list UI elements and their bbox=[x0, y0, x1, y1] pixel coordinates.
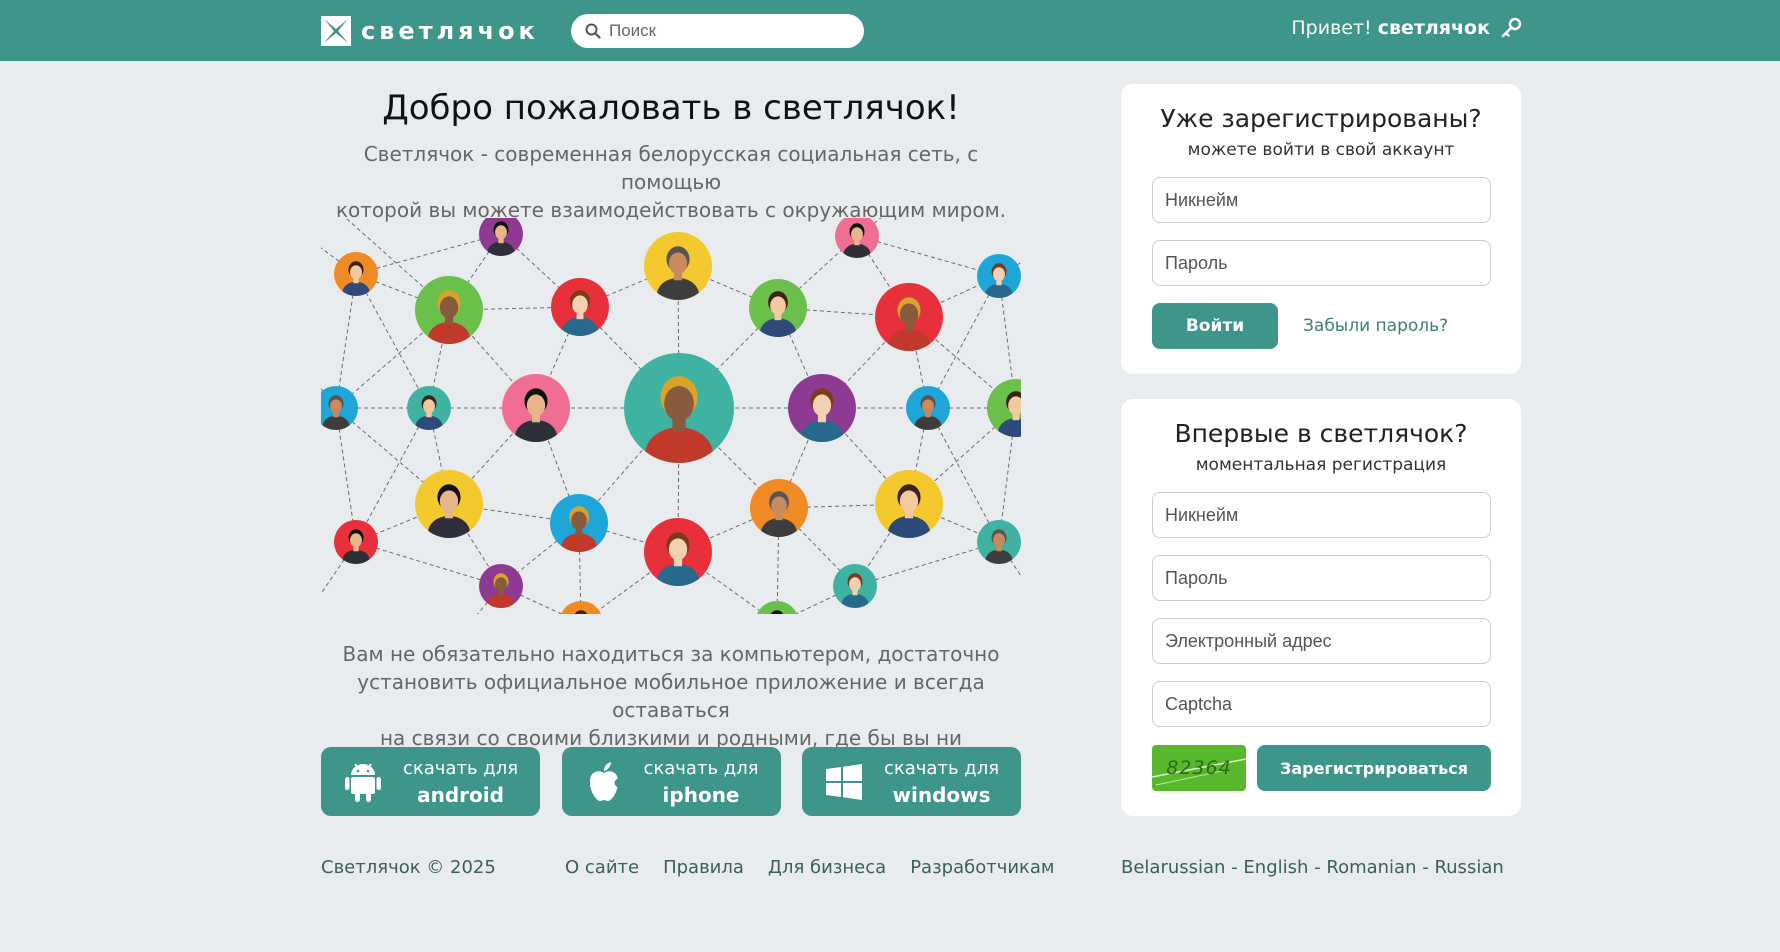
footer-link-rules[interactable]: Правила bbox=[663, 857, 744, 878]
network-link bbox=[355, 407, 430, 543]
register-title: Впервые в светлячок? bbox=[1174, 419, 1468, 448]
lang-belarussian[interactable]: Belarussian bbox=[1121, 857, 1225, 878]
network-link bbox=[355, 273, 430, 409]
logo-icon bbox=[321, 16, 351, 46]
download-platform: iphone bbox=[662, 782, 740, 807]
footer-copyright: Светлячок © 2025 bbox=[321, 857, 496, 878]
login-card: Уже зарегистрированы? можете войти в сво… bbox=[1121, 84, 1521, 374]
mobile-text-line: Вам не обязательно находиться за компьют… bbox=[342, 642, 1000, 666]
lang-separator: - bbox=[1416, 857, 1435, 878]
register-subtitle: моментальная регистрация bbox=[1195, 455, 1447, 475]
captcha-code: 82364 bbox=[1166, 757, 1232, 779]
avatar bbox=[334, 252, 378, 296]
lang-separator: - bbox=[1308, 857, 1327, 878]
avatar bbox=[644, 518, 712, 586]
download-label: скачать для bbox=[884, 757, 1000, 779]
mobile-text-line: установить официальное мобильное приложе… bbox=[357, 670, 985, 722]
login-nickname-input[interactable] bbox=[1152, 177, 1491, 223]
avatar bbox=[906, 386, 950, 430]
lang-romanian[interactable]: Romanian bbox=[1326, 857, 1416, 878]
footer-links: О сайте Правила Для бизнеса Разработчика… bbox=[565, 857, 1055, 878]
network-link bbox=[927, 407, 1000, 543]
avatar bbox=[407, 386, 451, 430]
footer-link-business[interactable]: Для бизнеса bbox=[768, 857, 886, 878]
avatar bbox=[551, 278, 609, 336]
login-password-input[interactable] bbox=[1152, 240, 1491, 286]
network-link bbox=[355, 541, 502, 587]
captcha-input[interactable] bbox=[1152, 681, 1491, 727]
captcha-image: 82364 bbox=[1152, 745, 1246, 791]
download-buttons: скачать для android скачать для iphone с… bbox=[321, 747, 1021, 816]
download-label: скачать для bbox=[643, 757, 759, 779]
avatar bbox=[502, 374, 570, 442]
avatar bbox=[415, 276, 483, 344]
avatar bbox=[624, 353, 734, 463]
forgot-password-link[interactable]: Забыли пароль? bbox=[1303, 316, 1448, 336]
register-email-input[interactable] bbox=[1152, 618, 1491, 664]
welcome-subtitle: Светлячок - современная белорусская соци… bbox=[321, 140, 1021, 224]
avatar bbox=[875, 283, 943, 351]
download-windows-button[interactable]: скачать для windows bbox=[802, 747, 1021, 816]
download-label: скачать для bbox=[403, 757, 519, 779]
avatar bbox=[479, 218, 523, 256]
avatar bbox=[756, 601, 798, 614]
login-subtitle: можете войти в свой аккаунт bbox=[1187, 140, 1455, 160]
welcome-subtitle-line: Светлячок - современная белорусская соци… bbox=[363, 142, 979, 194]
logo-text: светлячок bbox=[361, 17, 539, 45]
android-icon bbox=[345, 762, 381, 802]
avatar bbox=[788, 374, 856, 442]
lang-russian[interactable]: Russian bbox=[1434, 857, 1503, 878]
avatar bbox=[977, 254, 1021, 298]
footer-link-developers[interactable]: Разработчикам bbox=[910, 857, 1054, 878]
download-platform: windows bbox=[892, 782, 991, 807]
social-network-illustration bbox=[321, 218, 1021, 614]
lang-english[interactable]: English bbox=[1243, 857, 1308, 878]
search-box[interactable] bbox=[571, 14, 864, 48]
lang-separator: - bbox=[1225, 857, 1244, 878]
user-greeting: Привет! светлячок bbox=[1291, 17, 1522, 39]
apple-icon bbox=[589, 761, 622, 801]
register-nickname-input[interactable] bbox=[1152, 492, 1491, 538]
avatar bbox=[560, 601, 602, 614]
network-link bbox=[854, 541, 1000, 587]
avatar bbox=[835, 218, 879, 258]
network-link bbox=[355, 233, 502, 275]
download-android-button[interactable]: скачать для android bbox=[321, 747, 540, 816]
avatar bbox=[749, 279, 807, 337]
login-title: Уже зарегистрированы? bbox=[1160, 104, 1482, 133]
avatar bbox=[750, 479, 808, 537]
download-platform: android bbox=[417, 782, 504, 807]
top-bar: светлячок Привет! светлячок bbox=[0, 0, 1780, 61]
greeting-prefix: Привет! bbox=[1291, 17, 1372, 39]
avatar bbox=[479, 564, 523, 608]
avatar bbox=[415, 470, 483, 538]
avatar bbox=[334, 520, 378, 564]
key-icon[interactable] bbox=[1500, 17, 1522, 39]
register-button[interactable]: Зарегистрироваться bbox=[1257, 745, 1491, 791]
windows-icon bbox=[826, 763, 862, 800]
footer-link-about[interactable]: О сайте bbox=[565, 857, 639, 878]
avatar bbox=[875, 470, 943, 538]
logo[interactable]: светлячок bbox=[321, 15, 539, 47]
search-input[interactable] bbox=[609, 21, 849, 41]
avatar bbox=[987, 379, 1021, 437]
register-password-input[interactable] bbox=[1152, 555, 1491, 601]
avatar bbox=[644, 232, 712, 300]
login-button[interactable]: Войти bbox=[1152, 303, 1278, 349]
register-card: Впервые в светлячок? моментальная регист… bbox=[1121, 399, 1521, 816]
download-iphone-button[interactable]: скачать для iphone bbox=[561, 747, 781, 816]
avatar bbox=[833, 564, 877, 608]
avatar bbox=[977, 520, 1021, 564]
greeting-username[interactable]: светлячок bbox=[1378, 17, 1490, 39]
language-switcher: Belarussian - English - Romanian - Russi… bbox=[1121, 857, 1504, 878]
search-icon bbox=[585, 23, 601, 39]
network-link bbox=[856, 235, 1000, 277]
avatar bbox=[550, 494, 608, 552]
welcome-title: Добро пожаловать в светлячок! bbox=[382, 88, 960, 128]
